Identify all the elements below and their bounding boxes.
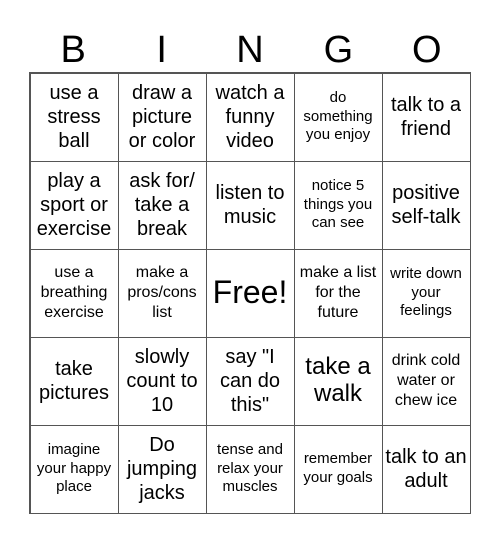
cell-text: say "I can do this" [219,346,281,416]
cell-text: tense and relax your muscles [217,440,283,496]
cell-text: do something you enjoy [303,88,373,144]
header-letter-n: N [236,29,264,71]
cell-text: Do jumping jacks [126,434,198,504]
bingo-cell-n1[interactable]: watch a funny video [205,72,295,162]
bingo-cell-i4[interactable]: slowly count to 10 [117,336,207,426]
cell-text: use a breathing exercise [40,264,108,321]
cell-text: make a pros/cons list [127,264,197,321]
cell-text: Free! [212,274,288,311]
bingo-cell-b5[interactable]: imagine your happy place [29,424,119,514]
cell-text: take pictures [38,358,110,404]
bingo-cell-n2[interactable]: listen to music [205,160,295,250]
bingo-cell-i1[interactable]: draw a picture or color [117,72,207,162]
cell-text: draw a picture or color [128,82,196,152]
bingo-cell-o1[interactable]: talk to a friend [381,72,471,162]
bingo-cell-o4[interactable]: drink cold water or chew ice [381,336,471,426]
cell-text: ask for/ take a break [129,170,195,240]
cell-text: remember your goals [303,450,373,486]
cell-text: drink cold water or chew ice [391,352,461,409]
cell-text: talk to a friend [390,94,462,140]
cell-text: make a list for the future [299,264,377,321]
cell-text: positive self-talk [391,182,461,228]
bingo-cell-g2[interactable]: notice 5 things you can see [293,160,383,250]
bingo-cell-b3[interactable]: use a breathing exercise [29,248,119,338]
cell-text: notice 5 things you can see [303,176,373,232]
header-letter-g: G [323,29,354,71]
bingo-grid: use a stress ball draw a picture or color… [29,72,471,514]
header-letter-o: O [412,29,442,71]
cell-text: watch a funny video [215,82,285,152]
bingo-cell-n4[interactable]: say "I can do this" [205,336,295,426]
cell-text: take a walk [305,353,371,407]
bingo-cell-i2[interactable]: ask for/ take a break [117,160,207,250]
cell-text: listen to music [215,182,285,228]
header-letter-b: B [60,29,86,71]
bingo-cell-g1[interactable]: do something you enjoy [293,72,383,162]
bingo-cell-i3[interactable]: make a pros/cons list [117,248,207,338]
bingo-header: B I N G O [29,28,471,72]
cell-text: talk to an adult [385,446,467,492]
cell-text: write down your feelings [390,264,462,320]
bingo-cell-b2[interactable]: play a sport or exercise [29,160,119,250]
cell-text: play a sport or exercise [36,170,112,240]
bingo-cell-n5[interactable]: tense and relax your muscles [205,424,295,514]
bingo-cell-b4[interactable]: take pictures [29,336,119,426]
bingo-cell-o2[interactable]: positive self-talk [381,160,471,250]
bingo-cell-o3[interactable]: write down your feelings [381,248,471,338]
free-space-cell[interactable]: Free! [205,248,295,338]
cell-text: use a stress ball [47,82,101,152]
bingo-cell-o5[interactable]: talk to an adult [381,424,471,514]
bingo-cell-g3[interactable]: make a list for the future [293,248,383,338]
cell-text: slowly count to 10 [126,346,198,416]
bingo-cell-i5[interactable]: Do jumping jacks [117,424,207,514]
bingo-cell-g4[interactable]: take a walk [293,336,383,426]
header-letter-i: I [156,29,167,71]
bingo-cell-b1[interactable]: use a stress ball [29,72,119,162]
bingo-cell-g5[interactable]: remember your goals [293,424,383,514]
cell-text: imagine your happy place [36,440,112,496]
